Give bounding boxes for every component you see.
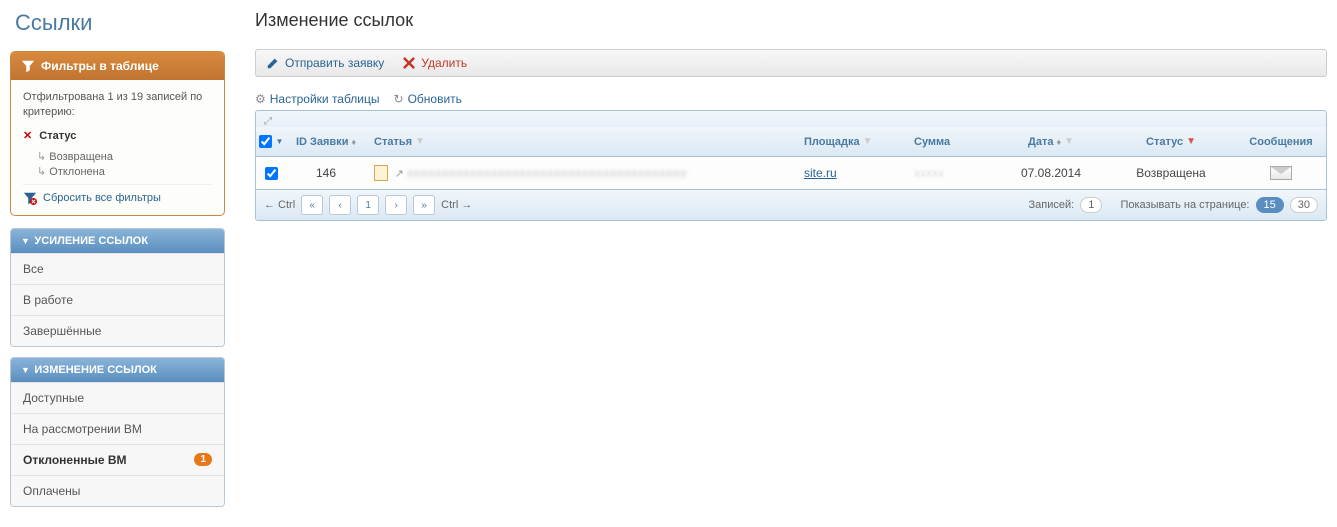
pager-prev[interactable]: ‹ [329,195,351,215]
expand-icon[interactable]: ⤢ [264,116,272,127]
filter-value: Отклонена [37,165,212,178]
grid-header: ▼ ID Заявки♦ Статья ▼ Площадка ▼ Сумма Д… [256,127,1326,157]
filter-criterion: ✕ Статус [23,129,212,142]
nav-panel-boost: УСИЛЕНИЕ ССЫЛОК Все В работе Завершённые [10,228,225,347]
funnel-icon [21,59,35,73]
ctrl-hint: ← Ctrl [264,199,295,211]
toolbar: Отправить заявку Удалить [255,49,1327,77]
filter-value: Возвращена [37,150,212,163]
table-refresh-link[interactable]: ↻ Обновить [394,92,462,106]
row-id: 146 [286,157,366,189]
per-page-label: Показывать на странице: [1120,199,1249,211]
pager-first[interactable]: « [301,195,323,215]
funnel-clear-icon [23,191,37,205]
pager-next[interactable]: › [385,195,407,215]
sort-icon: ♦ [1056,137,1061,147]
table-settings-link[interactable]: ⚙ Настройки таблицы [255,92,380,106]
nav-item-declined[interactable]: Отклоненные ВМ 1 [11,444,224,475]
records-label: Записей: [1029,199,1075,211]
refresh-icon: ↻ [394,92,404,106]
filter-header-label: Фильтры в таблице [41,59,159,73]
mail-icon[interactable] [1270,166,1292,180]
remove-filter-icon[interactable]: ✕ [23,130,32,142]
pager-page[interactable]: 1 [357,195,379,215]
filter-info: Отфильтрована 1 из 19 записей по критери… [23,90,212,121]
badge-count: 1 [194,453,212,466]
nav-item-paid[interactable]: Оплачены [11,475,224,506]
filter-icon[interactable]: ▼ [863,136,873,147]
nav-item-all[interactable]: Все [11,253,224,284]
row-checkbox[interactable] [265,167,278,180]
row-article[interactable]: ↗ xxxxxxxxxxxxxxxxxxxxxxxxxxxxxxxxxxxxxx… [366,157,796,189]
nav-item-review[interactable]: На рассмотрении ВМ [11,413,224,444]
row-sum: xxxxx [914,166,944,180]
document-icon [374,165,388,181]
col-status[interactable]: Статус ▼ [1106,127,1236,156]
nav-item-working[interactable]: В работе [11,284,224,315]
ctrl-hint: Ctrl → [441,199,472,211]
gear-icon: ⚙ [255,92,266,106]
filter-header[interactable]: Фильтры в таблице [11,52,224,80]
filter-icon[interactable]: ▼ [1064,136,1074,147]
main-title: Изменение ссылок [255,10,1327,31]
filter-panel: Фильтры в таблице Отфильтрована 1 из 19 … [10,51,225,216]
delete-icon [402,56,416,70]
col-site[interactable]: Площадка ▼ [796,127,906,156]
article-text: xxxxxxxxxxxxxxxxxxxxxxxxxxxxxxxxxxxxxxxx [407,166,687,180]
page-title: Ссылки [10,10,225,36]
send-request-button[interactable]: Отправить заявку [266,56,384,70]
pencil-icon [266,56,280,70]
nav-panel-change: ИЗМЕНЕНИЕ ССЫЛОК Доступные На рассмотрен… [10,357,225,507]
row-status: Возвращена [1106,157,1236,189]
row-date: 07.08.2014 [996,157,1106,189]
col-check[interactable]: ▼ [256,127,286,156]
sort-icon: ♦ [351,137,356,147]
nav-item-available[interactable]: Доступные [11,382,224,413]
pager-last[interactable]: » [413,195,435,215]
nav-item-done[interactable]: Завершённые [11,315,224,346]
col-sum[interactable]: Сумма [906,127,996,156]
delete-button[interactable]: Удалить [402,56,467,70]
col-messages[interactable]: Сообщения [1236,127,1326,156]
col-date[interactable]: Дата♦ ▼ [996,127,1106,156]
data-grid: ⤢ ▼ ID Заявки♦ Статья ▼ Площадка ▼ Сумма [255,110,1327,221]
site-link[interactable]: site.ru [804,166,837,180]
page-size-15[interactable]: 15 [1256,197,1284,213]
filter-status-label: Статус [39,130,76,142]
records-count: 1 [1080,197,1102,213]
nav-header[interactable]: УСИЛЕНИЕ ССЫЛОК [11,229,224,253]
page-size-30[interactable]: 30 [1290,197,1318,213]
table-row[interactable]: 146 ↗ xxxxxxxxxxxxxxxxxxxxxxxxxxxxxxxxxx… [256,157,1326,189]
external-link-icon[interactable]: ↗ [395,167,404,180]
reset-filters-link[interactable]: Сбросить все фильтры [23,184,212,205]
grid-footer: ← Ctrl « ‹ 1 › » Ctrl → Записей: 1 Показ… [256,189,1326,220]
col-id[interactable]: ID Заявки♦ [286,127,366,156]
nav-header[interactable]: ИЗМЕНЕНИЕ ССЫЛОК [11,358,224,382]
filter-icon[interactable]: ▼ [1186,136,1196,147]
select-all-checkbox[interactable] [259,135,272,148]
chevron-down-icon[interactable]: ▼ [276,137,284,146]
col-article[interactable]: Статья ▼ [366,127,796,156]
filter-icon[interactable]: ▼ [415,136,425,147]
reset-filters-label: Сбросить все фильтры [43,192,161,204]
